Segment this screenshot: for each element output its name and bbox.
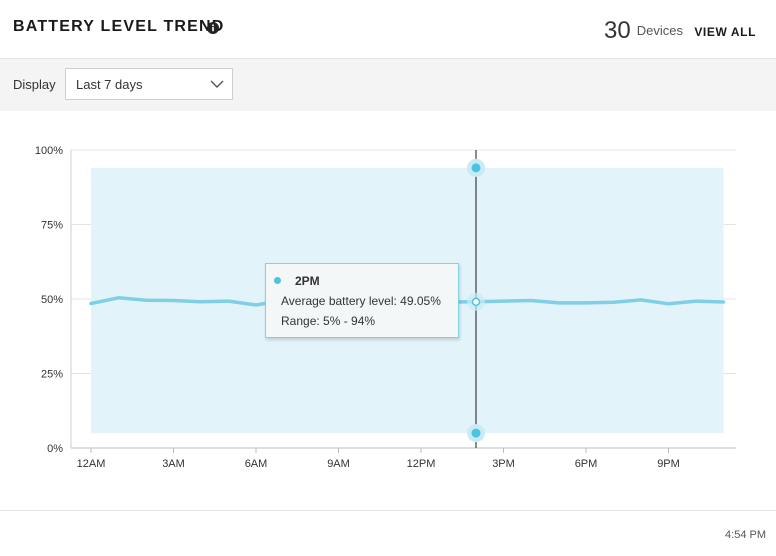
chevron-down-icon bbox=[210, 80, 224, 88]
data-point bbox=[199, 300, 203, 303]
data-point bbox=[89, 302, 93, 305]
last-updated-time: 4:54 PM bbox=[725, 529, 766, 541]
data-point bbox=[227, 299, 230, 303]
y-tick-label: 50% bbox=[41, 294, 63, 306]
x-tick-label: 9AM bbox=[327, 458, 350, 470]
tooltip-time: 2PM bbox=[295, 274, 320, 288]
data-point bbox=[694, 299, 698, 303]
widget-header: BATTERY LEVEL TREND 30 Devices VIEW ALL bbox=[0, 0, 776, 58]
data-point bbox=[557, 301, 560, 305]
view-all-link[interactable]: VIEW ALL bbox=[694, 25, 756, 39]
chart-tooltip: 2PM Average battery level: 49.05% Range:… bbox=[265, 263, 459, 338]
data-point bbox=[639, 298, 643, 302]
x-tick-label: 12PM bbox=[407, 458, 436, 470]
tooltip-range: Range: 5% - 94% bbox=[281, 314, 376, 328]
data-point bbox=[172, 299, 175, 302]
x-tick-label: 9PM bbox=[657, 458, 680, 470]
display-label: Display bbox=[13, 77, 56, 92]
tooltip-series-dot bbox=[274, 277, 281, 284]
y-tick-label: 100% bbox=[35, 145, 63, 157]
display-bar: Display Last 7 days bbox=[0, 58, 776, 111]
x-axis-ticks: 12AM 3AM 6AM 9AM 12PM 3PM 6PM 9PM bbox=[77, 448, 680, 470]
average-marker bbox=[471, 297, 481, 307]
display-range-value: Last 7 days bbox=[76, 77, 143, 92]
data-point bbox=[254, 303, 258, 307]
range-endpoint-marker bbox=[471, 163, 481, 173]
x-tick-label: 6PM bbox=[575, 458, 598, 470]
device-count: 30 Devices bbox=[604, 18, 683, 44]
y-tick-label: 0% bbox=[47, 443, 63, 455]
data-point bbox=[612, 301, 615, 304]
tooltip-average: Average battery level: 49.05% bbox=[281, 294, 441, 308]
widget-footer: 4:54 PM bbox=[0, 510, 776, 556]
data-point bbox=[144, 298, 148, 302]
x-tick-label: 3AM bbox=[162, 458, 185, 470]
data-point bbox=[584, 301, 588, 305]
info-icon[interactable] bbox=[207, 22, 219, 34]
device-count-label: Devices bbox=[636, 23, 683, 38]
y-tick-label: 25% bbox=[41, 369, 63, 381]
widget-title: BATTERY LEVEL TREND bbox=[13, 18, 225, 35]
x-tick-label: 3PM bbox=[492, 458, 515, 470]
data-point bbox=[529, 299, 533, 302]
y-tick-label: 75% bbox=[41, 220, 63, 232]
data-point bbox=[667, 302, 670, 305]
range-endpoint-marker bbox=[471, 428, 481, 438]
data-point bbox=[722, 300, 725, 304]
device-count-value: 30 bbox=[604, 17, 631, 44]
y-axis-ticks: 100% 75% 50% 25% 0% bbox=[35, 145, 63, 455]
x-tick-label: 12AM bbox=[77, 458, 106, 470]
data-point bbox=[502, 299, 505, 303]
x-tick-label: 6AM bbox=[245, 458, 268, 470]
data-point bbox=[117, 296, 120, 300]
display-range-select[interactable]: Last 7 days bbox=[65, 68, 233, 100]
